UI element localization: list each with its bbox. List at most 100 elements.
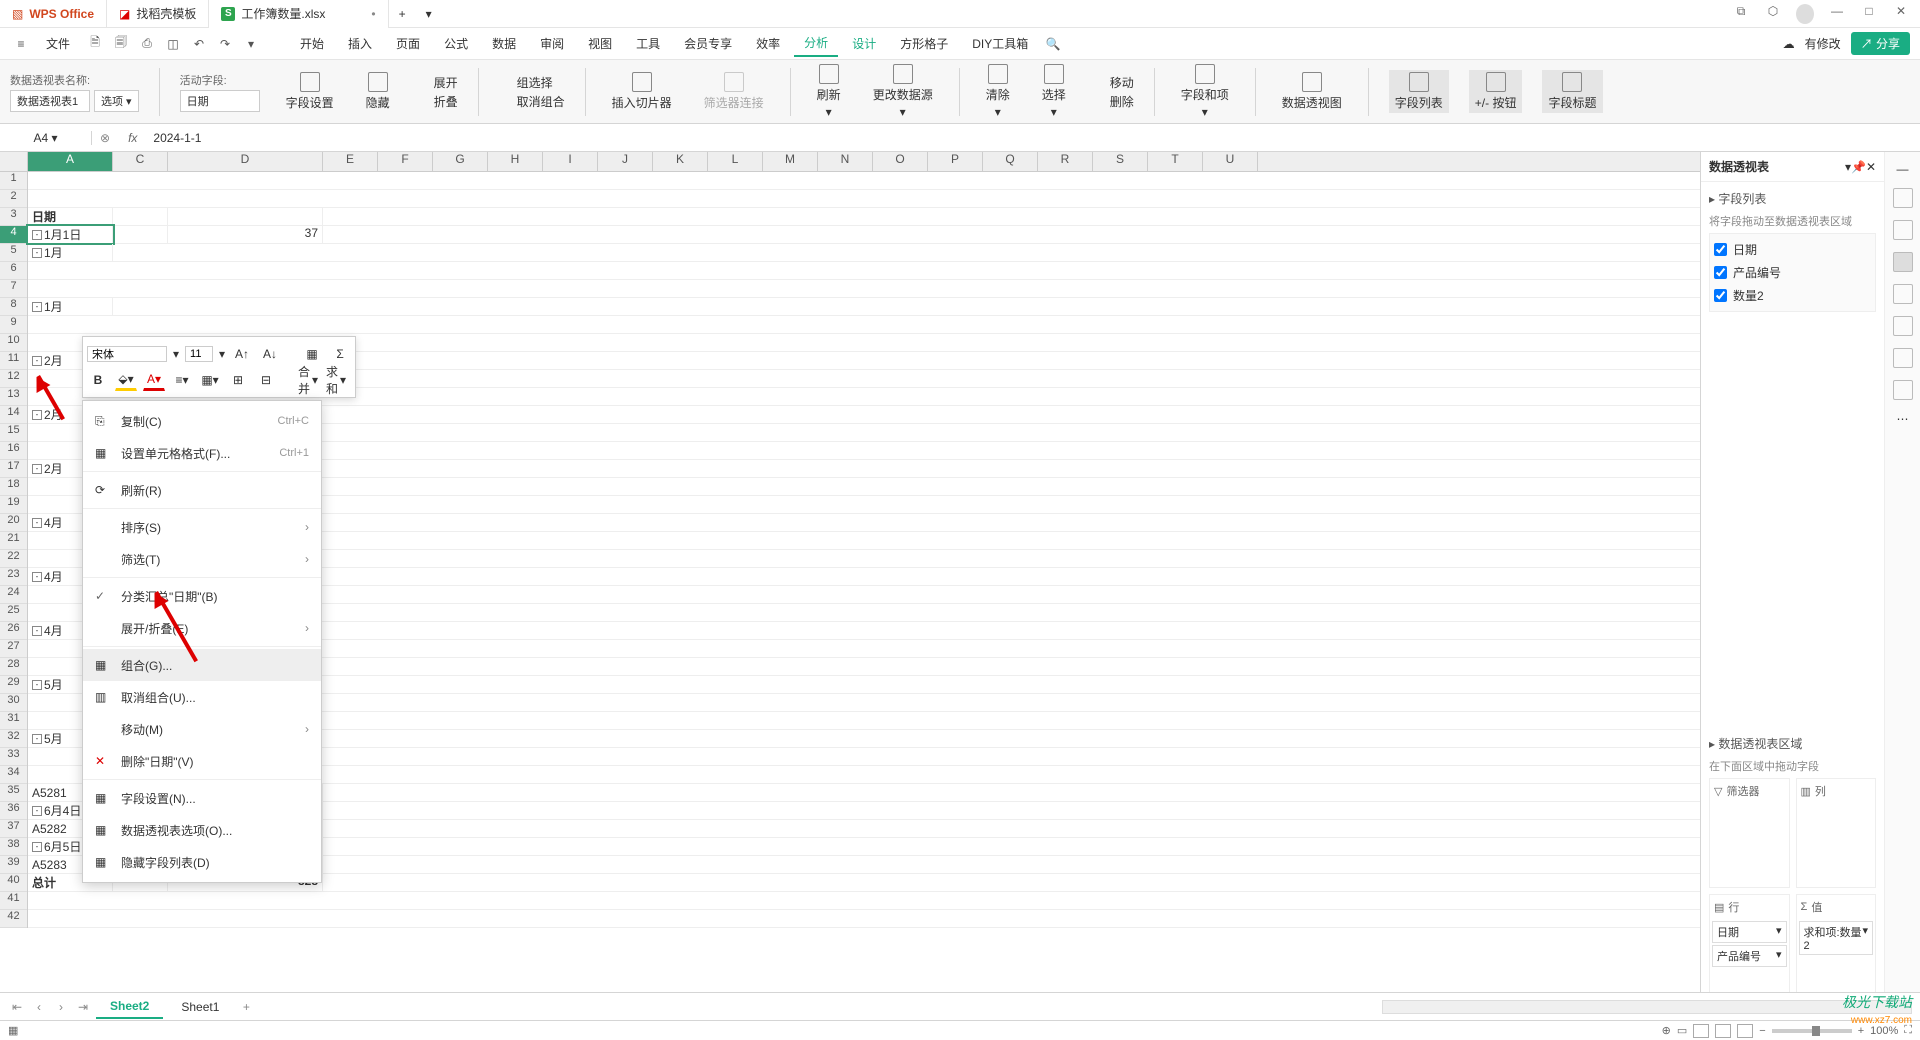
print-preview-icon[interactable]: ◫ xyxy=(162,33,184,55)
menu-formula[interactable]: 公式 xyxy=(434,31,478,56)
active-field-input[interactable]: 日期 xyxy=(180,90,260,112)
refresh-button[interactable]: 刷新 ▾ xyxy=(811,62,847,121)
rail-tools-icon[interactable] xyxy=(1893,316,1913,336)
ctx-ungroup[interactable]: ▥取消组合(U)... xyxy=(83,681,321,713)
horizontal-scrollbar[interactable] xyxy=(1382,1000,1912,1014)
sheet-next-icon[interactable]: › xyxy=(52,1000,70,1014)
col-header[interactable]: I xyxy=(543,152,598,171)
field-item[interactable]: 日期 xyxy=(1714,238,1871,261)
ungroup-button[interactable]: 取消组合 xyxy=(499,93,565,110)
font-size-input[interactable] xyxy=(185,346,213,362)
zoom-slider[interactable] xyxy=(1772,1029,1852,1033)
filter-zone[interactable]: ▽筛选器 xyxy=(1709,778,1790,888)
pivot-name-input[interactable]: 数据透视表1 xyxy=(10,90,90,112)
save-icon[interactable]: 🗎 xyxy=(84,33,106,55)
field-item[interactable]: 产品编号 xyxy=(1714,261,1871,284)
ctx-pivot-options[interactable]: ▦数据透视表选项(O)... xyxy=(83,814,321,846)
zoom-out-icon[interactable]: − xyxy=(1759,1025,1765,1037)
ctx-delete[interactable]: ✕删除"日期"(V) xyxy=(83,745,321,777)
field-headers-toggle[interactable]: 字段标题 xyxy=(1542,70,1602,113)
ctx-subtotal[interactable]: ✓分类汇总"日期"(B) xyxy=(83,580,321,612)
merge-button[interactable]: 合并▾ xyxy=(297,369,319,391)
ctx-hide-fieldlist[interactable]: ▦隐藏字段列表(D) xyxy=(83,846,321,878)
pivot-chart-button[interactable]: 数据透视图 xyxy=(1276,70,1348,113)
ctx-sort[interactable]: 排序(S)› xyxy=(83,511,321,543)
col-header[interactable]: D xyxy=(168,152,323,171)
col-header[interactable]: Q xyxy=(983,152,1038,171)
rail-pivot-icon[interactable] xyxy=(1893,252,1913,272)
size-dropdown-icon[interactable]: ▾ xyxy=(219,347,225,361)
rail-more-icon[interactable]: ⋯ xyxy=(1897,412,1909,426)
ctx-filter[interactable]: 筛选(T)› xyxy=(83,543,321,575)
close-panel-icon[interactable]: ✕ xyxy=(1866,160,1876,174)
saveas-icon[interactable]: 🗐 xyxy=(110,33,132,55)
fill-color-button[interactable]: ⬙▾ xyxy=(115,369,137,391)
menu-efficiency[interactable]: 效率 xyxy=(746,31,790,56)
field-settings-button[interactable]: 字段设置 xyxy=(280,70,340,113)
zoom-in-icon[interactable]: + xyxy=(1858,1025,1864,1037)
plus-minus-toggle[interactable]: +/- 按钮 xyxy=(1469,70,1523,113)
grid[interactable]: A C D E F G H I J K L M N O P Q R S T U … xyxy=(0,152,1700,1012)
view-normal-icon[interactable] xyxy=(1693,1024,1709,1038)
tab-list-dropdown[interactable]: ▾ xyxy=(416,7,442,21)
col-header[interactable]: J xyxy=(598,152,653,171)
formula-input[interactable]: 2024-1-1 xyxy=(147,131,207,145)
zoom-level[interactable]: 100% xyxy=(1870,1025,1898,1037)
rail-book-icon[interactable] xyxy=(1893,348,1913,368)
menu-tools[interactable]: 工具 xyxy=(626,31,670,56)
menu-insert[interactable]: 插入 xyxy=(338,31,382,56)
column-zone[interactable]: ▥列 xyxy=(1796,778,1877,888)
window-minimize-icon[interactable]: — xyxy=(1828,4,1846,24)
ctx-expand-collapse[interactable]: 展开/折叠(E)› xyxy=(83,612,321,644)
font-family-input[interactable] xyxy=(87,346,167,362)
menu-start[interactable]: 开始 xyxy=(290,31,334,56)
ctx-copy[interactable]: ⎘复制(C)Ctrl+C xyxy=(83,405,321,437)
sheet-tab[interactable]: Sheet1 xyxy=(167,996,233,1018)
undo-icon[interactable]: ↶ xyxy=(188,33,210,55)
fx-icon[interactable]: fx xyxy=(118,131,147,145)
column-headers[interactable]: A C D E F G H I J K L M N O P Q R S T U xyxy=(0,152,1700,172)
phone-icon[interactable]: ▭ xyxy=(1677,1024,1687,1037)
col-header[interactable]: G xyxy=(433,152,488,171)
field-item[interactable]: 数量2 xyxy=(1714,284,1871,307)
menu-member[interactable]: 会员专享 xyxy=(674,31,742,56)
ctx-field-settings[interactable]: ▦字段设置(N)... xyxy=(83,782,321,814)
value-zone[interactable]: Σ值 求和项:数量2▾ xyxy=(1796,894,1877,1004)
view-page-icon[interactable] xyxy=(1715,1024,1731,1038)
rail-sync-icon[interactable] xyxy=(1893,220,1913,240)
menu-design[interactable]: 设计 xyxy=(842,31,886,56)
menu-view[interactable]: 视图 xyxy=(578,31,622,56)
font-color-button[interactable]: A▾ xyxy=(143,369,165,391)
ctx-format-cells[interactable]: ▦设置单元格格式(F)...Ctrl+1 xyxy=(83,437,321,469)
decrease-font-icon[interactable]: A↓ xyxy=(259,343,281,365)
sheet-prev-icon[interactable]: ‹ xyxy=(30,1000,48,1014)
field-list-toggle[interactable]: 字段列表 xyxy=(1389,70,1449,113)
col-header[interactable]: O xyxy=(873,152,928,171)
print-icon[interactable]: ⎙ xyxy=(136,33,158,55)
window-maximize-icon[interactable]: □ xyxy=(1860,4,1878,24)
rail-select-icon[interactable] xyxy=(1893,188,1913,208)
col-header[interactable]: U xyxy=(1203,152,1258,171)
col-header[interactable]: K xyxy=(653,152,708,171)
hide-button[interactable]: 隐藏 xyxy=(360,70,396,113)
change-source-button[interactable]: 更改数据源 ▾ xyxy=(867,62,939,121)
file-menu[interactable]: 文件 xyxy=(36,31,80,56)
col-header[interactable]: A xyxy=(28,152,113,171)
sheet-first-icon[interactable]: ⇤ xyxy=(8,1000,26,1014)
border-button[interactable]: ▦▾ xyxy=(199,369,221,391)
options-dropdown[interactable]: 选项 ▾ xyxy=(94,90,139,112)
hamburger-icon[interactable]: ≡ xyxy=(10,33,32,55)
delete-button[interactable]: 删除 xyxy=(1092,93,1134,110)
field-checkbox[interactable] xyxy=(1714,289,1727,302)
col-header[interactable]: L xyxy=(708,152,763,171)
group-select-button[interactable]: 组选择 xyxy=(499,74,553,91)
rail-style-icon[interactable] xyxy=(1893,284,1913,304)
cube-icon[interactable]: ⬡ xyxy=(1764,4,1782,24)
col-header[interactable]: R xyxy=(1038,152,1093,171)
move-button[interactable]: 移动 xyxy=(1092,74,1134,91)
window-close-icon[interactable]: ✕ xyxy=(1892,4,1910,24)
col-header[interactable]: C xyxy=(113,152,168,171)
share-button[interactable]: ↗ 分享 xyxy=(1851,32,1910,55)
menu-review[interactable]: 审阅 xyxy=(530,31,574,56)
col-header[interactable]: H xyxy=(488,152,543,171)
